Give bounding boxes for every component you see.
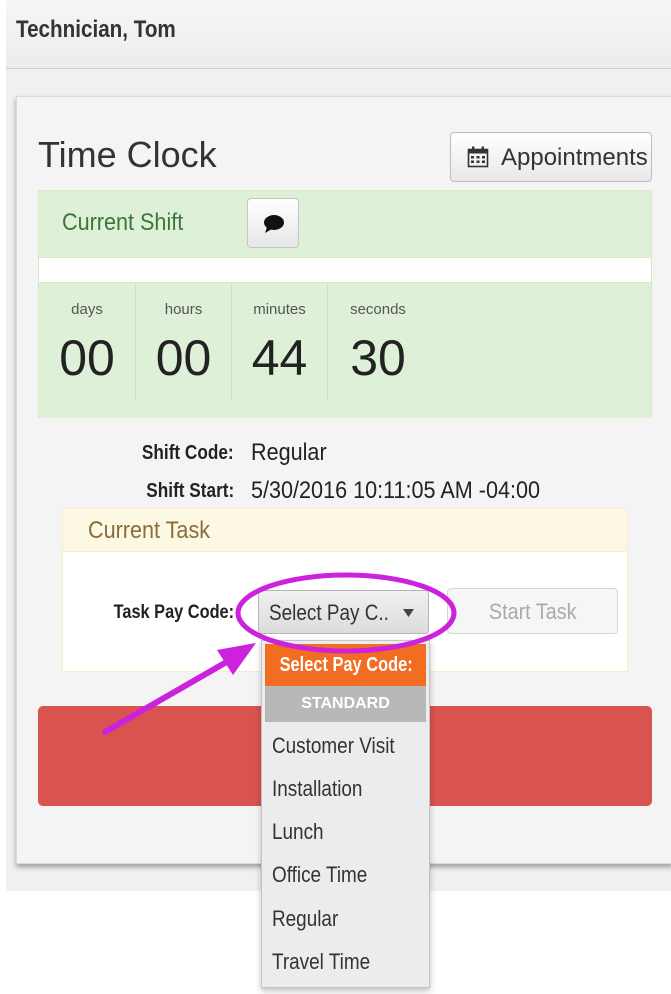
top-bar: Technician, Tom bbox=[6, 0, 671, 69]
shift-timer: days 00 hours 00 minutes 44 seconds 30 bbox=[39, 282, 651, 418]
pay-code-dropdown-menu: Select Pay Code: STANDARD Customer Visit… bbox=[261, 640, 430, 988]
timer-unit-label: seconds bbox=[350, 301, 406, 318]
current-shift-panel: Current Shift days 00 hours 00 minutes 4… bbox=[38, 190, 652, 418]
current-shift-header: Current Shift bbox=[39, 191, 651, 258]
timer-days: days 00 bbox=[39, 283, 136, 401]
dropdown-option[interactable]: Lunch bbox=[272, 819, 324, 845]
timer-seconds: seconds 30 bbox=[328, 283, 428, 401]
dropdown-group-label: STANDARD bbox=[265, 686, 426, 722]
timer-unit-label: hours bbox=[164, 301, 203, 318]
dropdown-option[interactable]: Customer Visit bbox=[272, 733, 395, 759]
dropdown-option[interactable]: Regular bbox=[272, 906, 338, 932]
task-pay-code-label: Task Pay Code: bbox=[113, 602, 234, 623]
calendar-icon bbox=[467, 146, 489, 168]
shift-code-label: Shift Code: bbox=[142, 442, 234, 464]
timer-value: 00 bbox=[59, 330, 115, 386]
timer-unit-label: days bbox=[71, 301, 103, 318]
dropdown-option[interactable]: Installation bbox=[272, 776, 362, 802]
dropdown-option[interactable]: Travel Time bbox=[272, 949, 370, 975]
timer-hours: hours 00 bbox=[136, 283, 232, 401]
timer-unit-label: minutes bbox=[253, 301, 306, 318]
caret-down-icon bbox=[403, 609, 414, 617]
timer-value: 00 bbox=[155, 330, 212, 386]
appointments-button-label: Appointments bbox=[501, 144, 648, 171]
user-name: Technician, Tom bbox=[16, 16, 176, 43]
shift-code-value: Regular bbox=[251, 439, 327, 466]
dropdown-option[interactable]: Office Time bbox=[272, 862, 367, 888]
shift-start-value: 5/30/2016 10:11:05 AM -04:00 bbox=[251, 477, 541, 504]
timer-value: 44 bbox=[251, 330, 308, 386]
start-task-label: Start Task bbox=[488, 599, 577, 624]
appointments-button[interactable]: Appointments bbox=[450, 132, 652, 182]
current-shift-title: Current Shift bbox=[62, 209, 184, 236]
current-task-title: Current Task bbox=[88, 517, 211, 544]
page-title: Time Clock bbox=[38, 134, 217, 175]
dropdown-header-label: Select Pay Code: bbox=[279, 654, 413, 676]
start-task-button[interactable]: Start Task bbox=[447, 588, 618, 634]
task-pay-code-select[interactable]: Select Pay C.. bbox=[258, 590, 429, 634]
comment-button[interactable] bbox=[247, 198, 299, 248]
current-task-header: Current Task bbox=[63, 509, 627, 552]
comment-icon bbox=[264, 215, 284, 233]
shift-start-label: Shift Start: bbox=[146, 480, 234, 502]
timer-value: 30 bbox=[350, 330, 406, 386]
timer-minutes: minutes 44 bbox=[232, 283, 328, 401]
dropdown-header: Select Pay Code: bbox=[265, 644, 426, 686]
pay-code-selected-value: Select Pay C.. bbox=[269, 600, 389, 625]
